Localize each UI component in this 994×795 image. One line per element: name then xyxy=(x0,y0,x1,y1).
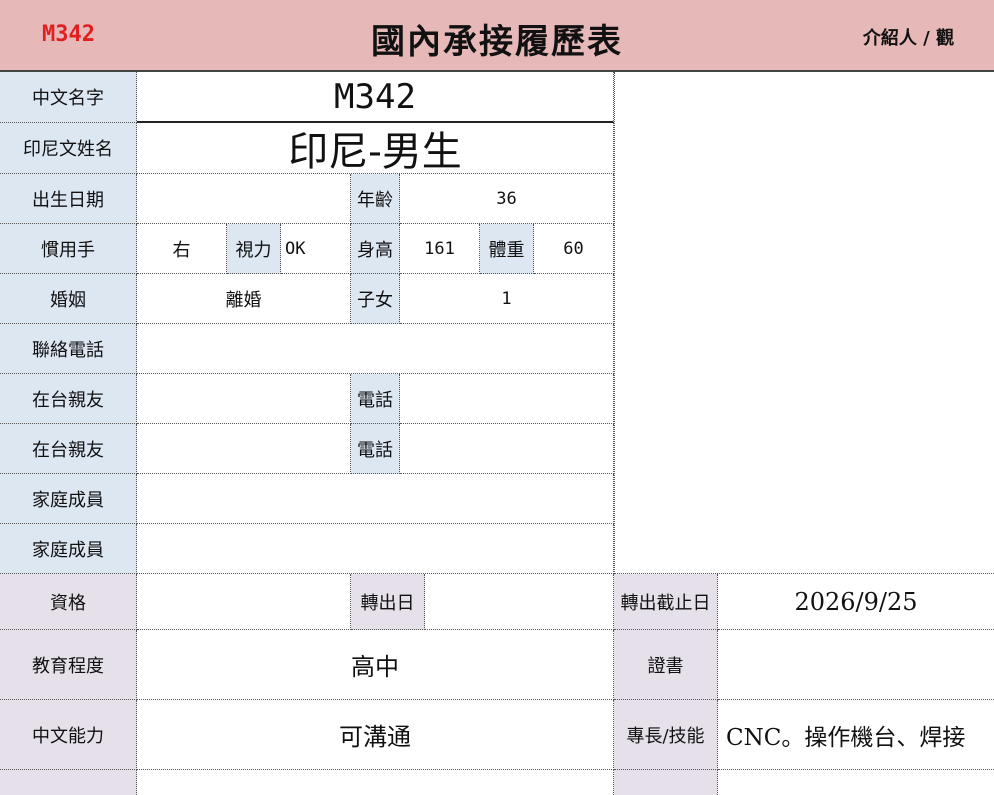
chinese-ability-label: 中文能力 xyxy=(0,700,137,770)
phone-2-label: 電話 xyxy=(351,424,400,474)
next-row-value xyxy=(137,770,614,795)
indonesian-name-value: 印尼-男生 xyxy=(137,123,614,174)
phone-1-label: 電話 xyxy=(351,374,400,424)
next-row-label-right xyxy=(614,770,718,795)
height-label: 身高 xyxy=(351,224,400,274)
weight-label: 體重 xyxy=(480,224,534,274)
phone-1-value xyxy=(400,374,614,424)
marriage-value: 離婚 xyxy=(137,274,351,324)
relatives-2-value xyxy=(137,424,351,474)
education-value: 高中 xyxy=(137,630,614,700)
next-row-label xyxy=(0,770,137,795)
certificate-value xyxy=(718,630,994,700)
relatives-1-label: 在台親友 xyxy=(0,374,137,424)
relatives-1-value xyxy=(137,374,351,424)
qualification-value xyxy=(137,574,351,630)
phone-2-value xyxy=(400,424,614,474)
birth-date-value xyxy=(137,174,351,224)
handedness-value: 右 xyxy=(137,224,227,274)
chinese-name-value: M342 xyxy=(137,72,614,123)
vision-value: OK xyxy=(281,224,351,274)
family-2-label: 家庭成員 xyxy=(0,524,137,574)
indonesian-name-label: 印尼文姓名 xyxy=(0,123,137,174)
birth-date-label: 出生日期 xyxy=(0,174,137,224)
age-value: 36 xyxy=(400,174,614,224)
age-label: 年齡 xyxy=(351,174,400,224)
next-row-value-right xyxy=(718,770,994,795)
family-1-label: 家庭成員 xyxy=(0,474,137,524)
transfer-deadline-value: 2026/9/25 xyxy=(718,574,994,630)
contact-phone-label: 聯絡電話 xyxy=(0,324,137,374)
family-2-value xyxy=(137,524,614,574)
chinese-name-label: 中文名字 xyxy=(0,72,137,123)
form-header: M342 國內承接履歷表 介紹人 / 觀 xyxy=(0,0,994,72)
weight-value: 60 xyxy=(534,224,614,274)
certificate-label: 證書 xyxy=(614,630,718,700)
marriage-label: 婚姻 xyxy=(0,274,137,324)
referrer-label: 介紹人 / 觀 xyxy=(862,28,954,49)
height-value: 161 xyxy=(400,224,480,274)
relatives-2-label: 在台親友 xyxy=(0,424,137,474)
chinese-ability-value: 可溝通 xyxy=(137,700,614,770)
transfer-date-label: 轉出日 xyxy=(351,574,425,630)
children-value: 1 xyxy=(400,274,614,324)
form-title: 國內承接履歷表 xyxy=(371,22,623,62)
family-1-value xyxy=(137,474,614,524)
transfer-deadline-label: 轉出截止日 xyxy=(614,574,718,630)
education-label: 教育程度 xyxy=(0,630,137,700)
skills-value: CNC。操作機台、焊接 xyxy=(718,700,994,770)
transfer-date-value xyxy=(425,574,614,630)
photo-area xyxy=(614,72,994,574)
contact-phone-value xyxy=(137,324,614,374)
qualification-label: 資格 xyxy=(0,574,137,630)
skills-label: 專長/技能 xyxy=(614,700,718,770)
children-label: 子女 xyxy=(351,274,400,324)
handedness-label: 慣用手 xyxy=(0,224,137,274)
vision-label: 視力 xyxy=(227,224,281,274)
